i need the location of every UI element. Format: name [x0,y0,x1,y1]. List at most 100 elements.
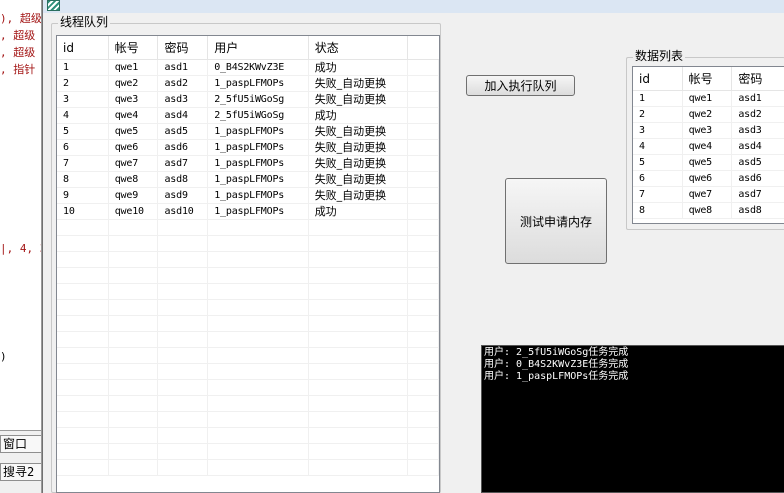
cell-password [158,300,209,316]
cell-user: 2_5fU5iWGoSg [208,108,309,124]
test-memory-button[interactable]: 测试申请内存 [505,178,607,264]
cell-account: qwe6 [682,171,733,187]
cell-status [308,412,409,428]
console-line: 用户: 1_paspLFMOPs任务完成 [484,371,629,382]
cell-account: qwe5 [108,124,159,140]
cell-id: 4 [633,139,683,155]
table-row[interactable]: 1 qwe1 asd1 [633,91,784,107]
cell-status: 失败_自动更换 [308,188,409,204]
app-window: 线程队列 id 帐号 密码 用户 状态 1 qwe1 asd1 0_B4S2KWvZ3… [42,0,784,493]
cell-id [57,396,109,412]
table-row[interactable]: 6 qwe6 asd6 1_paspLFMOPs 失败_自动更换 [57,140,439,156]
cell-status [308,284,409,300]
cell-filler [408,300,439,316]
cell-id: 5 [633,155,683,171]
editor-tab-search2[interactable]: 搜寻2 [0,463,41,481]
add-to-queue-button[interactable]: 加入执行队列 [466,75,575,96]
table-row[interactable]: 2 qwe2 asd2 [633,107,784,123]
cell-account: qwe10 [108,204,159,220]
cell-id: 8 [57,172,109,188]
table-row[interactable]: 8 qwe8 asd8 [633,203,784,219]
table-row[interactable]: 10 qwe10 asd10 1_paspLFMOPs 成功 [57,204,439,220]
cell-filler [408,444,439,460]
cell-account [108,412,159,428]
cell-account [108,460,159,476]
cell-account [108,428,159,444]
cell-account: qwe8 [682,203,733,219]
cell-id [57,236,109,252]
list-header: id 帐号 密码 [633,67,784,91]
cell-password: asd4 [732,139,784,155]
column-header-id[interactable]: id [57,36,109,60]
column-header-account[interactable]: 帐号 [683,67,733,91]
column-header-account[interactable]: 帐号 [109,36,159,60]
cell-id: 6 [57,140,109,156]
cell-status [308,444,409,460]
column-header-password[interactable]: 密码 [732,67,784,91]
cell-account: qwe3 [682,123,733,139]
column-header-id[interactable]: id [633,67,683,91]
table-row[interactable]: 3 qwe3 asd3 [633,123,784,139]
table-row[interactable]: 6 qwe6 asd6 [633,171,784,187]
cell-id: 2 [633,107,683,123]
column-header-password[interactable]: 密码 [158,36,209,60]
table-row[interactable]: 4 qwe4 asd4 2_5fU5iWGoSg 成功 [57,108,439,124]
data-list-title: 数据列表 [633,49,686,63]
table-row[interactable]: 5 qwe5 asd5 1_paspLFMOPs 失败_自动更换 [57,124,439,140]
test-memory-label: 测试申请内存 [519,214,592,229]
cell-status [308,220,409,236]
console-output[interactable]: 用户: 2_5fU5iWGoSg任务完成 用户: 0_B4S2KWvZ3E任务完… [481,345,784,493]
cell-filler [408,284,439,300]
table-row[interactable]: 8 qwe8 asd8 1_paspLFMOPs 失败_自动更换 [57,172,439,188]
column-header-status[interactable]: 状态 [309,36,409,60]
cell-account: qwe3 [108,92,159,108]
add-to-queue-label: 加入执行队列 [484,79,557,93]
cell-user [208,348,309,364]
table-row[interactable]: 7 qwe7 asd7 1_paspLFMOPs 失败_自动更换 [57,156,439,172]
table-row[interactable]: 1 qwe1 asd1 0_B4S2KWvZ3E 成功 [57,60,439,76]
cell-password [158,380,209,396]
cell-id [57,428,109,444]
cell-id [57,284,109,300]
empty-row [57,332,439,348]
table-row[interactable]: 4 qwe4 asd4 [633,139,784,155]
cell-user: 0_B4S2KWvZ3E [208,60,309,76]
cell-id [57,300,109,316]
cell-status [308,316,409,332]
cell-id: 5 [57,124,109,140]
cell-password [158,412,209,428]
cell-status [308,300,409,316]
cell-filler [408,156,439,172]
cell-user [208,220,309,236]
cell-account: qwe4 [682,139,733,155]
cell-status [308,380,409,396]
empty-row [57,236,439,252]
data-list[interactable]: id 帐号 密码 1 qwe1 asd1 2 qwe2 asd2 3 qwe3 asd3 4 qwe… [632,66,784,224]
table-row[interactable]: 5 qwe5 asd5 [633,155,784,171]
table-row[interactable]: 7 qwe7 asd7 [633,187,784,203]
table-row[interactable]: 9 qwe9 asd9 1_paspLFMOPs 失败_自动更换 [57,188,439,204]
cell-filler [408,92,439,108]
thread-queue-rows: 1 qwe1 asd1 0_B4S2KWvZ3E 成功 2 qwe2 asd2 1_paspLF… [57,60,439,476]
cell-id: 10 [57,204,109,220]
cell-password [158,316,209,332]
cell-user [208,380,309,396]
table-row[interactable]: 3 qwe3 asd3 2_5fU5iWGoSg 失败_自动更换 [57,92,439,108]
cell-password: asd6 [732,171,784,187]
cell-account [108,220,159,236]
column-header-user[interactable]: 用户 [208,36,309,60]
thread-queue-list[interactable]: id 帐号 密码 用户 状态 1 qwe1 asd1 0_B4S2KWvZ3E 成功 2 q… [56,35,440,493]
empty-row [57,364,439,380]
cell-id: 1 [57,60,109,76]
empty-row [57,428,439,444]
editor-tab-window[interactable]: 窗口 [0,435,41,453]
empty-row [57,460,439,476]
data-list-rows: 1 qwe1 asd1 2 qwe2 asd2 3 qwe3 asd3 4 qwe4 asd4 5 qwe… [633,91,784,219]
column-header-filler [408,36,439,60]
cell-filler [408,380,439,396]
cell-account [108,268,159,284]
cell-password [158,268,209,284]
cell-password [158,220,209,236]
cell-filler [408,236,439,252]
table-row[interactable]: 2 qwe2 asd2 1_paspLFMOPs 失败_自动更换 [57,76,439,92]
